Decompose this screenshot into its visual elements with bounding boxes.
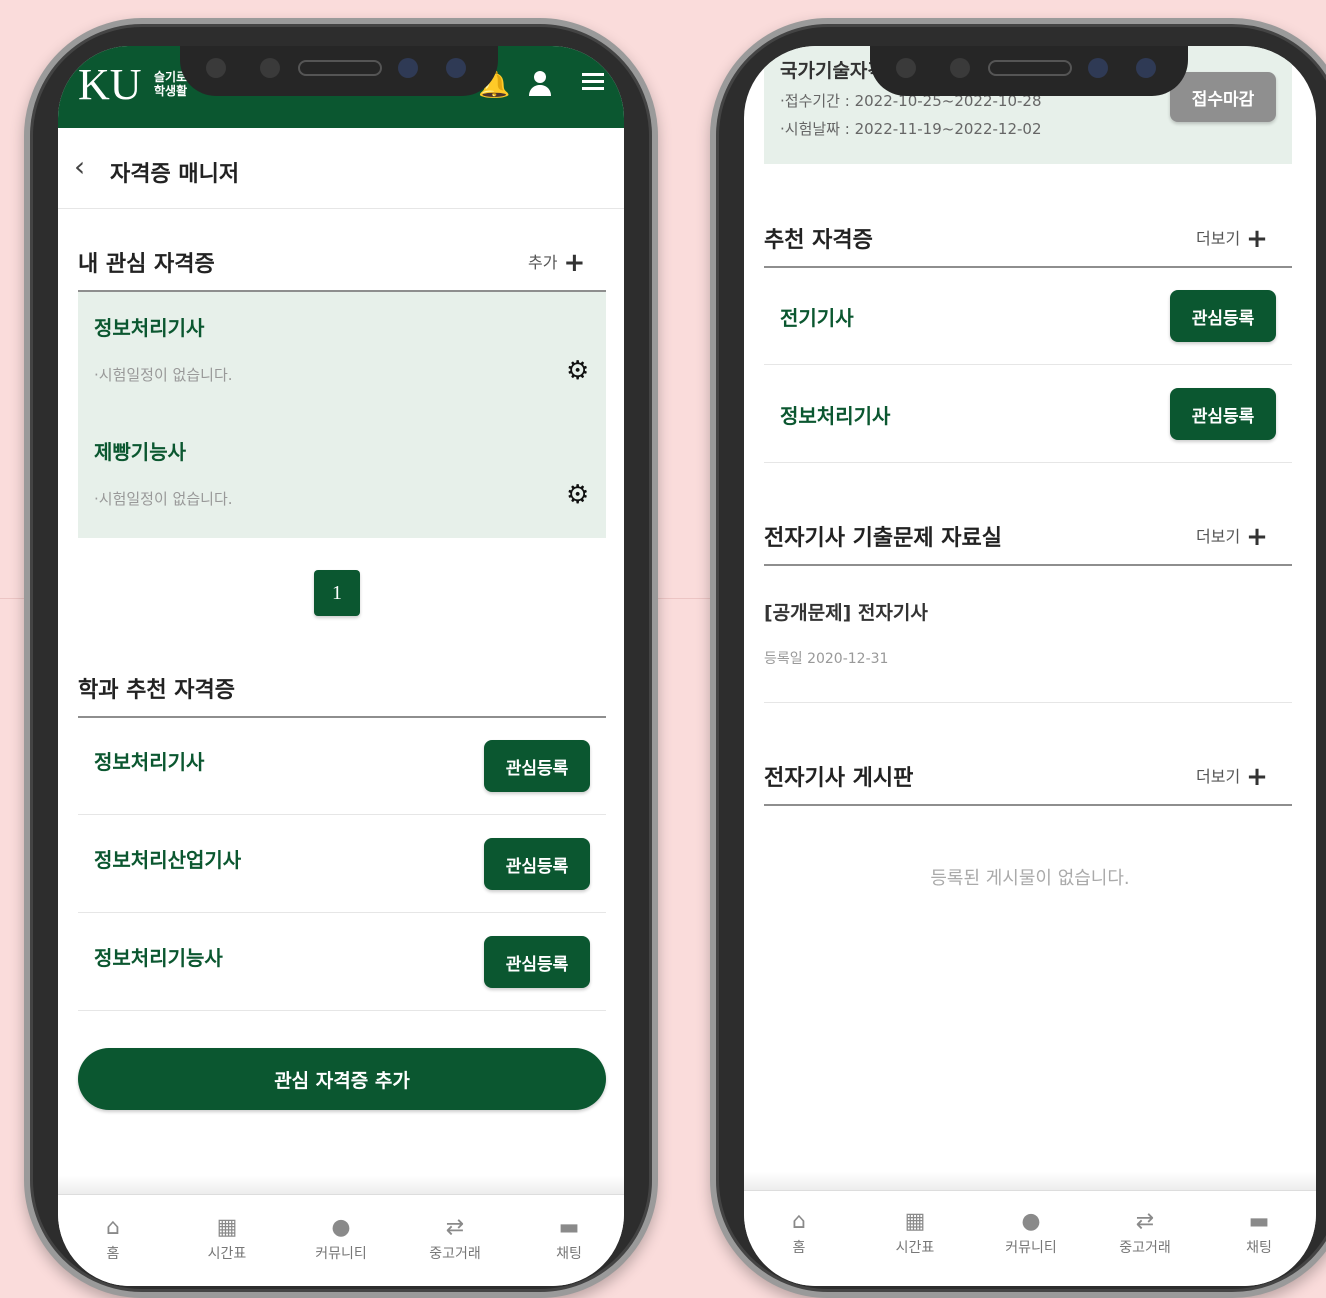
dept-item-name[interactable]: 정보처리기능사: [94, 942, 223, 971]
exchange-icon: ⇄: [445, 1215, 465, 1240]
section-rule: [764, 564, 1292, 566]
dept-item-name[interactable]: 정보처리산업기사: [94, 844, 241, 873]
background-line: [652, 598, 712, 599]
pagination-page[interactable]: 1: [314, 570, 360, 616]
tab-home[interactable]: ⌂ 홈: [754, 1207, 844, 1257]
tab-timetable[interactable]: ▦ 시간표: [182, 1213, 272, 1263]
divider: [78, 912, 606, 913]
left-screen: KU 슬기로운 대학생활 🔔 ‹ 자격증 매니저 내 관심 자격증 추가+ 정보…: [58, 46, 624, 1286]
camera: [446, 58, 466, 78]
divider: [58, 208, 624, 209]
notch: [870, 46, 1188, 96]
register-interest-button[interactable]: 관심등록: [1170, 388, 1276, 440]
interest-list: 정보처리기사 ·시험일정이 없습니다. ⚙ 제빵기능사 ·시험일정이 없습니다.…: [78, 292, 606, 538]
speaker: [988, 60, 1072, 76]
archive-post-title[interactable]: [공개문제] 전자기사: [764, 598, 928, 625]
tab-chat[interactable]: ▬ 채팅: [1214, 1207, 1304, 1257]
tab-chat[interactable]: ▬ 채팅: [524, 1213, 614, 1263]
exchange-icon: ⇄: [1135, 1209, 1155, 1234]
section-rule: [78, 716, 606, 718]
camera: [398, 58, 418, 78]
archive-post-date: 등록일 2020-12-31: [764, 651, 889, 667]
camera: [1088, 58, 1108, 78]
register-interest-button[interactable]: 관심등록: [1170, 290, 1276, 342]
sensor: [950, 58, 970, 78]
register-interest-button[interactable]: 관심등록: [484, 740, 590, 792]
interest-title: 내 관심 자격증: [78, 252, 215, 277]
scroll-shadow: [744, 1172, 1316, 1190]
section-rule: [764, 266, 1292, 268]
divider: [78, 1010, 606, 1011]
menu-icon[interactable]: [582, 70, 604, 100]
notch: [180, 46, 498, 96]
archive-more-link[interactable]: 더보기 +: [1196, 522, 1268, 552]
divider: [764, 702, 1292, 703]
tab-bar: ⌂ 홈 ▦ 시간표 ● 커뮤니티 ⇄ 중고거래 ▬ 채팅: [58, 1194, 624, 1286]
interest-item-note: ·시험일정이 없습니다.: [94, 490, 233, 508]
divider: [764, 364, 1292, 365]
board-more-link[interactable]: 더보기 +: [1196, 762, 1268, 792]
recommend-item-name[interactable]: 정보처리기사: [780, 400, 890, 429]
chat-bubbles-icon: ●: [331, 1215, 351, 1240]
register-interest-button[interactable]: 관심등록: [484, 838, 590, 890]
dept-item-name[interactable]: 정보처리기사: [94, 746, 204, 775]
tab-community[interactable]: ● 커뮤니티: [296, 1213, 386, 1263]
camera: [1136, 58, 1156, 78]
add-interest-link[interactable]: 추가 +: [528, 248, 585, 278]
exam-date: ·시험날짜 : 2022-11-19~2022-12-02: [780, 120, 1042, 138]
section-rule: [764, 804, 1292, 806]
sensor: [896, 58, 916, 78]
right-phone: 국가기술자격 ·접수기간 : 2022-10-25~2022-10-28 ·시험…: [710, 18, 1326, 1298]
dept-title: 학과 추천 자격증: [78, 678, 235, 703]
left-phone: KU 슬기로운 대학생활 🔔 ‹ 자격증 매니저 내 관심 자격증 추가+ 정보…: [24, 18, 658, 1298]
board-title: 전자기사 게시판: [764, 766, 914, 791]
home-icon: ⌂: [792, 1209, 806, 1234]
home-icon: ⌂: [106, 1215, 120, 1240]
recommend-item-name[interactable]: 전기기사: [780, 302, 854, 331]
speaker: [298, 60, 382, 76]
register-interest-button[interactable]: 관심등록: [484, 936, 590, 988]
calendar-icon: ▦: [904, 1209, 926, 1234]
tab-community[interactable]: ● 커뮤니티: [986, 1207, 1076, 1257]
user-icon[interactable]: [528, 70, 552, 103]
tab-market[interactable]: ⇄ 중고거래: [410, 1213, 500, 1263]
divider: [78, 814, 606, 815]
back-icon[interactable]: ‹: [74, 150, 85, 183]
sensor: [260, 58, 280, 78]
tab-market[interactable]: ⇄ 중고거래: [1100, 1207, 1190, 1257]
message-icon: ▬: [1248, 1209, 1270, 1234]
calendar-icon: ▦: [216, 1215, 238, 1240]
tab-home[interactable]: ⌂ 홈: [68, 1213, 158, 1263]
logo[interactable]: KU: [78, 60, 142, 110]
tab-bar: ⌂ 홈 ▦ 시간표 ● 커뮤니티 ⇄ 중고거래 ▬ 채팅: [744, 1190, 1316, 1286]
chat-bubbles-icon: ●: [1021, 1209, 1041, 1234]
recommend-more-link[interactable]: 더보기 +: [1196, 224, 1268, 254]
interest-item-note: ·시험일정이 없습니다.: [94, 366, 233, 384]
gear-icon[interactable]: ⚙: [566, 356, 589, 386]
sensor: [206, 58, 226, 78]
interest-item-name[interactable]: 정보처리기사: [94, 312, 204, 341]
archive-title: 전자기사 기출문제 자료실: [764, 526, 1002, 551]
tab-timetable[interactable]: ▦ 시간표: [870, 1207, 960, 1257]
scroll-shadow: [58, 1176, 624, 1194]
interest-item-name[interactable]: 제빵기능사: [94, 436, 186, 465]
add-interest-certificate-button[interactable]: 관심 자격증 추가: [78, 1048, 606, 1110]
closed-badge: 접수마감: [1170, 72, 1276, 122]
message-icon: ▬: [558, 1215, 580, 1240]
right-screen: 국가기술자격 ·접수기간 : 2022-10-25~2022-10-28 ·시험…: [744, 46, 1316, 1286]
board-empty-message: 등록된 게시물이 없습니다.: [930, 868, 1130, 889]
gear-icon[interactable]: ⚙: [566, 480, 589, 510]
page-title: 자격증 매니저: [110, 162, 240, 187]
recommend-title: 추천 자격증: [764, 228, 873, 253]
divider: [764, 462, 1292, 463]
